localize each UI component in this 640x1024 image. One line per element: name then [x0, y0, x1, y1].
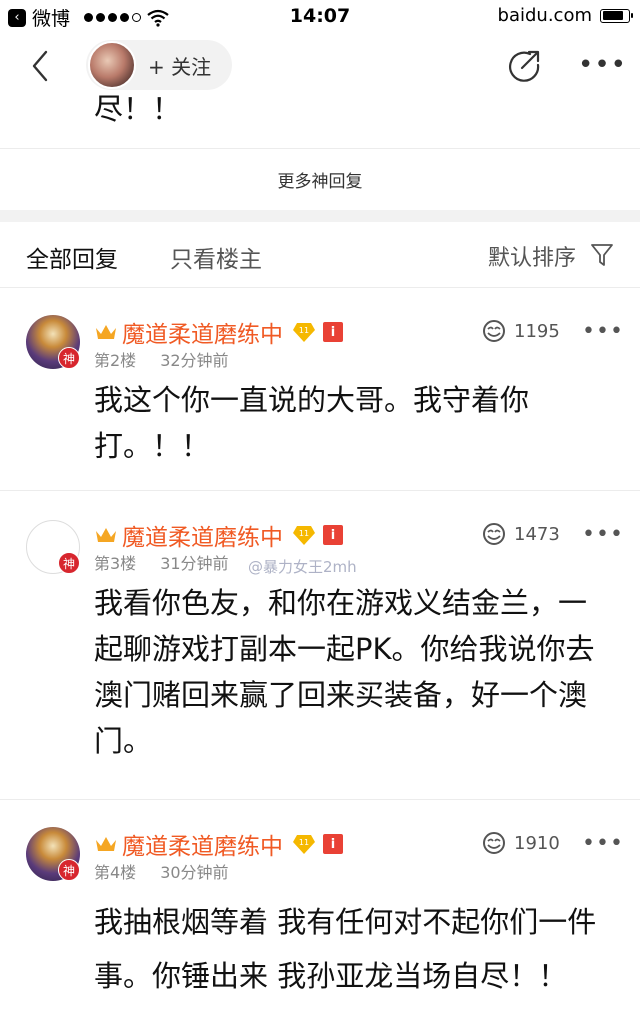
follow-button[interactable]: + 关注 — [86, 40, 232, 90]
domain-label: baidu.com — [497, 5, 592, 26]
like-icon[interactable] — [480, 319, 508, 343]
share-icon[interactable] — [506, 48, 542, 84]
post-time: 30分钟前 — [160, 863, 229, 882]
level-badge-icon: 11 — [293, 835, 315, 854]
post-content: 我这个你一直说的大哥。我守着你打。！！ — [94, 383, 530, 463]
crown-icon — [96, 837, 116, 851]
follow-label[interactable]: + 关注 — [148, 51, 211, 80]
floor-number: 第4楼 — [94, 863, 137, 882]
post-content: 我抽根烟等着 我有任何对不起你们一件事。你锤出来 我孙亚龙当场自尽！！ — [94, 905, 597, 993]
reply-post: 神 魔道柔道磨练中 11 i 第4楼 30分钟前 1910 ••• 我抽根烟等着… — [0, 801, 640, 1024]
username[interactable]: 魔道柔道磨练中 — [122, 827, 283, 861]
status-bar: ‹ 微博 14:07 baidu.com — [0, 0, 640, 34]
filter-icon[interactable] — [590, 242, 614, 268]
level-number: 11 — [299, 529, 309, 538]
post-time: 32分钟前 — [160, 351, 229, 370]
level-badge-icon: 11 — [293, 323, 315, 342]
more-god-replies-link[interactable]: 更多神回复 — [0, 148, 640, 210]
reply-post: 神 魔道柔道磨练中 11 i 第2楼 32分钟前 1195 ••• 我这个你一直… — [0, 289, 640, 491]
level-number: 11 — [299, 326, 309, 335]
more-icon[interactable]: ••• — [578, 50, 627, 80]
reply-tabs: 全部回复 只看楼主 默认排序 — [0, 222, 640, 288]
like-count: 1473 — [514, 523, 560, 545]
crown-icon — [96, 528, 116, 542]
post-time: 31分钟前 — [160, 554, 229, 573]
floor-number: 第3楼 — [94, 554, 137, 573]
battery-icon — [600, 8, 633, 23]
level-number: 11 — [299, 838, 309, 847]
username[interactable]: 魔道柔道磨练中 — [122, 518, 283, 552]
like-button[interactable]: 1910 — [480, 831, 560, 855]
like-count: 1910 — [514, 832, 560, 854]
god-badge: 神 — [58, 859, 80, 881]
like-icon[interactable] — [480, 522, 508, 546]
post-more-icon[interactable]: ••• — [582, 831, 624, 856]
previous-reply-tail: 尽！！ — [94, 92, 182, 126]
weibo-watermark: @暴力女王2mh — [248, 558, 357, 576]
back-arrow-icon[interactable] — [26, 46, 56, 86]
section-divider — [0, 210, 640, 222]
vip-icon: i — [323, 322, 343, 342]
vip-icon: i — [323, 834, 343, 854]
crown-icon — [96, 325, 116, 339]
vip-icon: i — [323, 525, 343, 545]
tab-all-replies[interactable]: 全部回复 — [26, 240, 118, 274]
floor-number: 第2楼 — [94, 351, 137, 370]
like-button[interactable]: 1195 — [480, 319, 560, 343]
post-more-icon[interactable]: ••• — [582, 319, 624, 344]
post-more-icon[interactable]: ••• — [582, 522, 624, 547]
post-content: 我看你色友，和你在游戏义结金兰，一起聊游戏打副本一起PK。你给我说你去澳门赌回来… — [94, 586, 595, 758]
god-badge: 神 — [58, 552, 80, 574]
tab-op-only[interactable]: 只看楼主 — [170, 240, 262, 274]
username[interactable]: 魔道柔道磨练中 — [122, 315, 283, 349]
like-count: 1195 — [514, 320, 560, 342]
like-button[interactable]: 1473 — [480, 522, 560, 546]
level-badge-icon: 11 — [293, 526, 315, 545]
god-badge: 神 — [58, 347, 80, 369]
reply-post: 神 魔道柔道磨练中 11 i 第3楼 31分钟前 1473 ••• 我看你色友，… — [0, 492, 640, 800]
author-avatar[interactable] — [88, 41, 136, 89]
like-icon[interactable] — [480, 831, 508, 855]
sort-dropdown[interactable]: 默认排序 — [488, 240, 576, 272]
